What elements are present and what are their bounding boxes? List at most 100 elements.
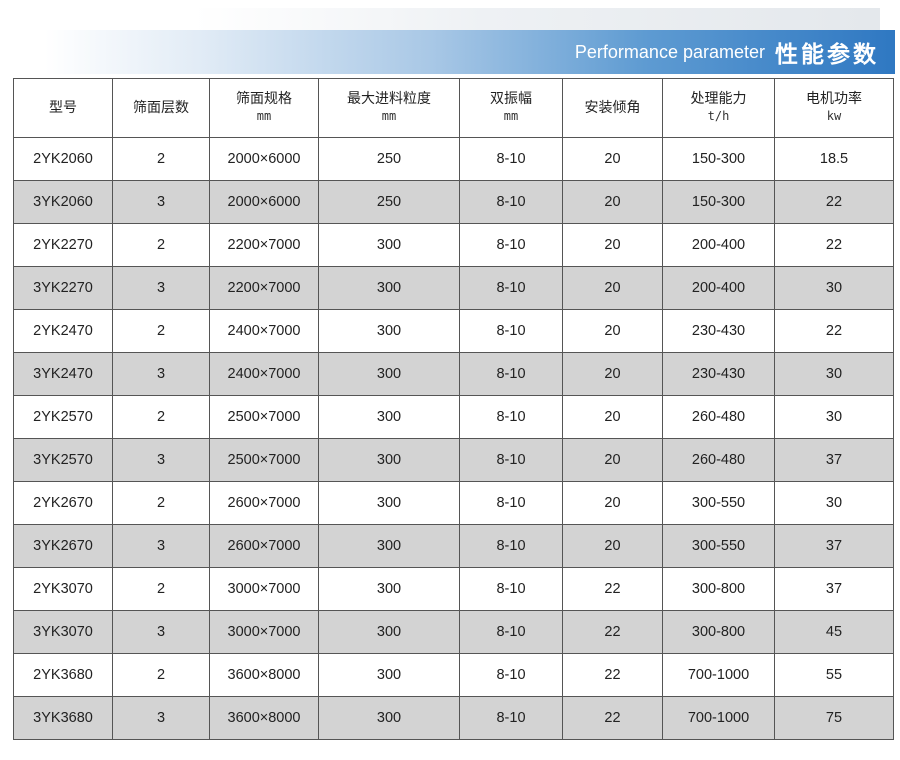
table-row: 3YK2270 3 2200×7000 300 8-10 20 200-400 30 <box>13 266 894 310</box>
cell-install-angle: 20 <box>562 180 663 224</box>
cell-deck-count: 3 <box>112 180 210 224</box>
column-header-double-amplitude: 双振幅 mm <box>459 78 563 138</box>
cell-double-amplitude: 8-10 <box>459 696 563 740</box>
cell-screen-size: 2500×7000 <box>209 438 319 482</box>
table-row: 3YK2670 3 2600×7000 300 8-10 20 300-550 37 <box>13 524 894 568</box>
cell-capacity: 260-480 <box>662 438 775 482</box>
cell-screen-size: 2200×7000 <box>209 266 319 310</box>
column-header-label: 电机功率 <box>806 91 862 107</box>
cell-capacity: 700-1000 <box>662 696 775 740</box>
column-header-unit: kw <box>826 109 842 123</box>
cell-screen-size: 3600×8000 <box>209 696 319 740</box>
table-header: 型号 筛面层数 筛面规格 mm 最大进料粒度 mm 双振幅 mm 安装倾角 处理… <box>13 78 894 138</box>
cell-model: 3YK2470 <box>13 352 113 396</box>
cell-double-amplitude: 8-10 <box>459 438 563 482</box>
cell-capacity: 230-430 <box>662 352 775 396</box>
cell-screen-size: 3000×7000 <box>209 610 319 654</box>
cell-deck-count: 3 <box>112 438 210 482</box>
column-header-unit: mm <box>503 109 519 123</box>
cell-max-feed-size: 300 <box>318 567 460 611</box>
cell-deck-count: 2 <box>112 567 210 611</box>
column-header-unit: t/h <box>707 109 730 123</box>
cell-capacity: 200-400 <box>662 266 775 310</box>
table-body: 2YK2060 2 2000×6000 250 8-10 20 150-300 18.5 3YK… <box>13 137 894 740</box>
table-row: 3YK3680 3 3600×8000 300 8-10 22 700-1000 75 <box>13 696 894 740</box>
table-row: 3YK2470 3 2400×7000 300 8-10 20 230-430 30 <box>13 352 894 396</box>
cell-install-angle: 20 <box>562 524 663 568</box>
cell-capacity: 150-300 <box>662 137 775 181</box>
column-header-label: 处理能力 <box>690 91 747 107</box>
header-top-strip <box>0 8 880 30</box>
section-title-cn: 性能参数 <box>775 42 879 68</box>
cell-capacity: 300-550 <box>662 524 775 568</box>
cell-motor-power: 18.5 <box>774 137 894 181</box>
cell-double-amplitude: 8-10 <box>459 352 563 396</box>
column-header-label: 型号 <box>49 99 77 116</box>
cell-model: 2YK3680 <box>13 653 113 697</box>
table-row: 3YK2060 3 2000×6000 250 8-10 20 150-300 22 <box>13 180 894 224</box>
cell-install-angle: 20 <box>562 438 663 482</box>
cell-install-angle: 20 <box>562 137 663 181</box>
cell-deck-count: 3 <box>112 610 210 654</box>
cell-deck-count: 2 <box>112 653 210 697</box>
cell-deck-count: 3 <box>112 352 210 396</box>
cell-screen-size: 3000×7000 <box>209 567 319 611</box>
cell-max-feed-size: 300 <box>318 352 460 396</box>
cell-motor-power: 30 <box>774 481 894 525</box>
cell-double-amplitude: 8-10 <box>459 180 563 224</box>
cell-capacity: 150-300 <box>662 180 775 224</box>
cell-max-feed-size: 300 <box>318 438 460 482</box>
cell-deck-count: 3 <box>112 266 210 310</box>
cell-install-angle: 20 <box>562 266 663 310</box>
cell-capacity: 260-480 <box>662 395 775 439</box>
cell-screen-size: 2600×7000 <box>209 481 319 525</box>
cell-screen-size: 2600×7000 <box>209 524 319 568</box>
table-row: 2YK2270 2 2200×7000 300 8-10 20 200-400 22 <box>13 223 894 267</box>
cell-install-angle: 22 <box>562 610 663 654</box>
cell-deck-count: 3 <box>112 696 210 740</box>
cell-capacity: 300-550 <box>662 481 775 525</box>
cell-capacity: 300-800 <box>662 567 775 611</box>
column-header-model: 型号 <box>13 78 113 138</box>
section-banner: Performance parameter 性能参数 <box>0 30 895 74</box>
cell-motor-power: 30 <box>774 352 894 396</box>
column-header-label: 双振幅 <box>490 91 532 107</box>
column-header-screen-size: 筛面规格 mm <box>209 78 319 138</box>
cell-model: 3YK3070 <box>13 610 113 654</box>
cell-screen-size: 2000×6000 <box>209 137 319 181</box>
table-row: 2YK2670 2 2600×7000 300 8-10 20 300-550 30 <box>13 481 894 525</box>
cell-max-feed-size: 300 <box>318 223 460 267</box>
cell-model: 3YK2270 <box>13 266 113 310</box>
cell-install-angle: 20 <box>562 309 663 353</box>
cell-screen-size: 2200×7000 <box>209 223 319 267</box>
cell-double-amplitude: 8-10 <box>459 610 563 654</box>
cell-motor-power: 30 <box>774 266 894 310</box>
column-header-label: 安装倾角 <box>584 99 641 116</box>
cell-screen-size: 2000×6000 <box>209 180 319 224</box>
cell-capacity: 700-1000 <box>662 653 775 697</box>
column-header-unit: mm <box>256 109 272 123</box>
cell-max-feed-size: 250 <box>318 137 460 181</box>
cell-deck-count: 3 <box>112 524 210 568</box>
cell-model: 2YK2470 <box>13 309 113 353</box>
cell-screen-size: 2500×7000 <box>209 395 319 439</box>
column-header-deck-count: 筛面层数 <box>112 78 210 138</box>
cell-model: 2YK2570 <box>13 395 113 439</box>
cell-capacity: 200-400 <box>662 223 775 267</box>
table-row: 2YK3680 2 3600×8000 300 8-10 22 700-1000 55 <box>13 653 894 697</box>
cell-motor-power: 45 <box>774 610 894 654</box>
cell-install-angle: 22 <box>562 653 663 697</box>
cell-screen-size: 3600×8000 <box>209 653 319 697</box>
cell-double-amplitude: 8-10 <box>459 567 563 611</box>
cell-max-feed-size: 300 <box>318 266 460 310</box>
cell-double-amplitude: 8-10 <box>459 653 563 697</box>
table-row: 2YK2570 2 2500×7000 300 8-10 20 260-480 30 <box>13 395 894 439</box>
cell-motor-power: 37 <box>774 567 894 611</box>
section-title-en: Performance parameter <box>574 41 765 62</box>
cell-max-feed-size: 300 <box>318 610 460 654</box>
cell-deck-count: 2 <box>112 223 210 267</box>
cell-max-feed-size: 300 <box>318 309 460 353</box>
cell-capacity: 300-800 <box>662 610 775 654</box>
table-row: 3YK3070 3 3000×7000 300 8-10 22 300-800 45 <box>13 610 894 654</box>
cell-model: 2YK3070 <box>13 567 113 611</box>
